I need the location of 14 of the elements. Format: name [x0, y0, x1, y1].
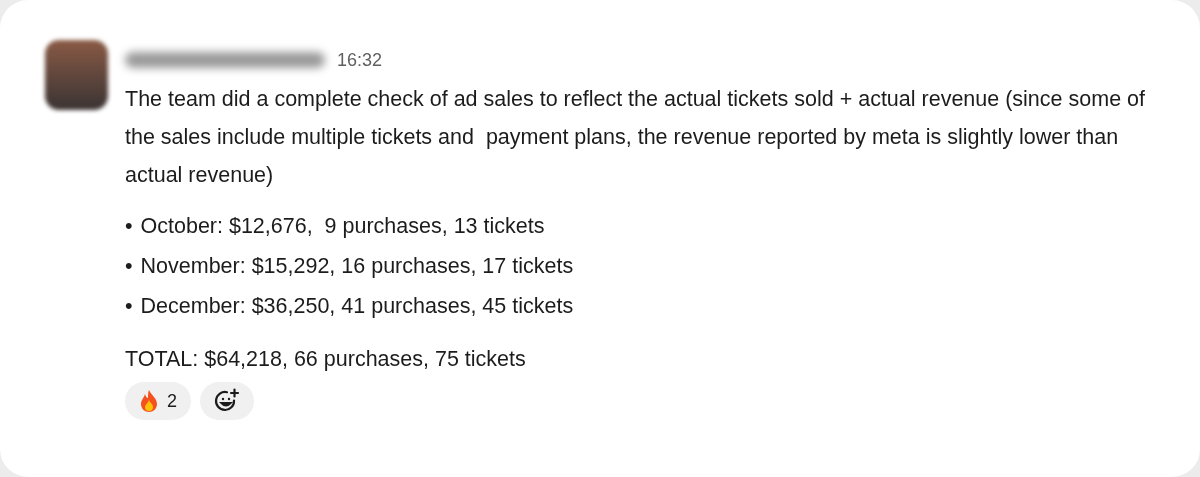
fire-icon	[139, 389, 159, 413]
list-item-text: November: $15,292, 16 purchases, 17 tickets	[140, 252, 574, 280]
total-text: TOTAL: $64,218, 66 purchases, 75 tickets	[125, 346, 527, 373]
bullet-mark: •	[125, 292, 133, 320]
timestamp: 16:32	[337, 48, 383, 72]
fire-reaction-button[interactable]: 2	[125, 382, 191, 420]
list-item-text: October: $12,676, 9 purchases, 13 tickets	[140, 212, 545, 240]
bullet-mark: •	[125, 252, 133, 280]
avatar	[45, 40, 108, 110]
add-reaction-button[interactable]	[200, 382, 254, 420]
bullet-mark: •	[125, 212, 133, 240]
message-text: The team did a complete check of ad sales to reflect the actual tickets sold + actual revenue (since some of the sales include multiple tickets and payment plans, the revenue reported by meta is slightly lower than actual revenue)	[125, 86, 1146, 189]
add-emoji-icon	[214, 388, 240, 414]
list-item-text: December: $36,250, 41 purchases, 45 tickets	[140, 292, 574, 320]
